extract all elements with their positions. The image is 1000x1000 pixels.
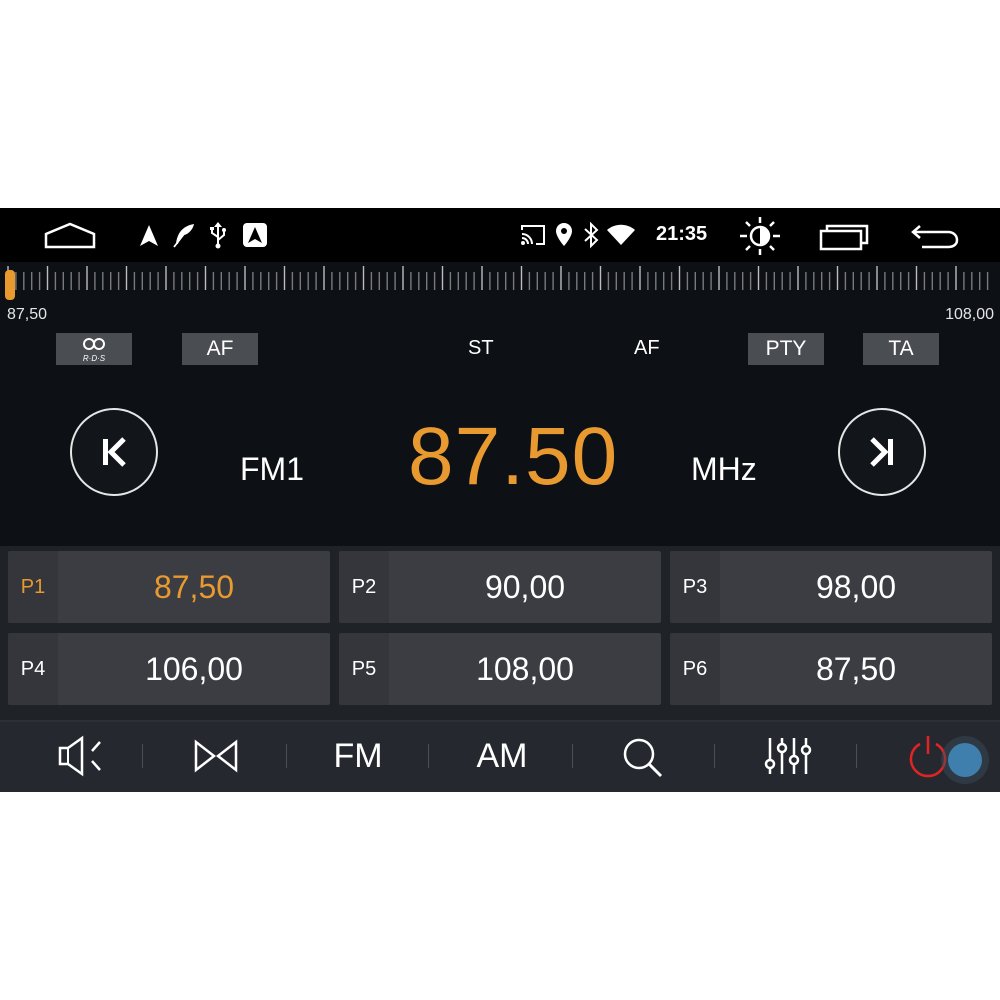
scale-max-label: 108,00: [945, 306, 994, 323]
preset-tag: P3: [670, 551, 720, 623]
clock: 21:35: [656, 223, 708, 245]
unit-label: MHz: [691, 451, 757, 487]
wifi-icon: [607, 224, 635, 245]
location-pin-icon: [556, 223, 572, 246]
preset-button-p2[interactable]: P2 90,00: [339, 551, 661, 623]
tuner-marker[interactable]: [5, 270, 15, 300]
toolbar-separator: [142, 744, 143, 768]
speaker-icon: [58, 735, 101, 777]
status-bar: 21:35: [0, 208, 1000, 262]
preset-button-p1[interactable]: P1 87,50: [8, 551, 330, 623]
rds-button[interactable]: R·D·S: [56, 333, 132, 365]
frequency-display: 87.50: [408, 411, 619, 502]
preset-button-p3[interactable]: P3 98,00: [670, 551, 992, 623]
band-label: FM1: [240, 451, 304, 487]
preset-button-p5[interactable]: P5 108,00: [339, 633, 661, 705]
radio-screen: 21:35 87,50 108,00 R·D·S AF ST AF PTY TA…: [0, 208, 1000, 792]
power-icon: [909, 736, 989, 784]
power-button[interactable]: [890, 720, 1000, 792]
af-button[interactable]: AF: [182, 333, 258, 365]
toolbar-separator: [286, 744, 287, 768]
seek-previous-button[interactable]: [70, 408, 158, 496]
am-band-button[interactable]: AM: [462, 720, 542, 792]
st-indicator: ST: [468, 337, 494, 359]
stereo-button[interactable]: [178, 720, 258, 792]
navigation-arrow-icon: [140, 225, 158, 246]
feather-icon: [173, 224, 194, 248]
recent-apps-icon[interactable]: [819, 223, 871, 251]
cast-icon: [521, 225, 545, 245]
android-auto-icon: [243, 223, 267, 247]
preset-tag: P1: [8, 551, 58, 623]
rds-logo-icon: R·D·S: [83, 338, 106, 363]
ta-button[interactable]: TA: [863, 333, 939, 365]
search-button[interactable]: [602, 720, 682, 792]
seek-next-button[interactable]: [838, 408, 926, 496]
scale-min-label: 87,50: [7, 306, 48, 323]
af-indicator: AF: [634, 337, 660, 359]
tuner-scale[interactable]: [0, 262, 1000, 298]
preset-frequency: 87,50: [153, 569, 235, 605]
preset-button-p6[interactable]: P6 87,50: [670, 633, 992, 705]
toolbar-separator: [714, 744, 715, 768]
skip-previous-icon: [103, 437, 126, 467]
preset-tag: P4: [8, 633, 58, 705]
svg-text:R·D·S: R·D·S: [83, 354, 106, 363]
preset-panel: P1 87,50 P2 90,00 P3 98,00 P4 106,00 P5 …: [0, 546, 1000, 720]
fm-band-button[interactable]: FM: [318, 720, 398, 792]
toolbar-separator: [428, 744, 429, 768]
skip-next-icon: [870, 437, 893, 467]
equalizer-button[interactable]: [746, 720, 826, 792]
preset-frequency: 108,00: [476, 651, 574, 687]
toolbar-separator: [856, 744, 857, 768]
preset-tag: P6: [670, 633, 720, 705]
preset-frequency: 98,00: [815, 569, 897, 605]
preset-frequency: 106,00: [145, 651, 243, 687]
preset-button-p4[interactable]: P4 106,00: [8, 633, 330, 705]
preset-frequency: 90,00: [484, 569, 566, 605]
speaker-button[interactable]: [48, 720, 128, 792]
stereo-icon: [194, 739, 238, 773]
pty-button[interactable]: PTY: [748, 333, 824, 365]
equalizer-icon: [764, 738, 812, 774]
search-icon: [623, 738, 663, 778]
back-icon[interactable]: [910, 222, 960, 250]
home-icon[interactable]: [44, 222, 96, 250]
preset-frequency: 87,50: [815, 651, 897, 687]
preset-tag: P5: [339, 633, 389, 705]
bluetooth-icon: [584, 221, 599, 249]
brightness-icon[interactable]: [738, 216, 782, 256]
usb-icon: [210, 222, 226, 249]
toolbar-separator: [572, 744, 573, 768]
preset-tag: P2: [339, 551, 389, 623]
